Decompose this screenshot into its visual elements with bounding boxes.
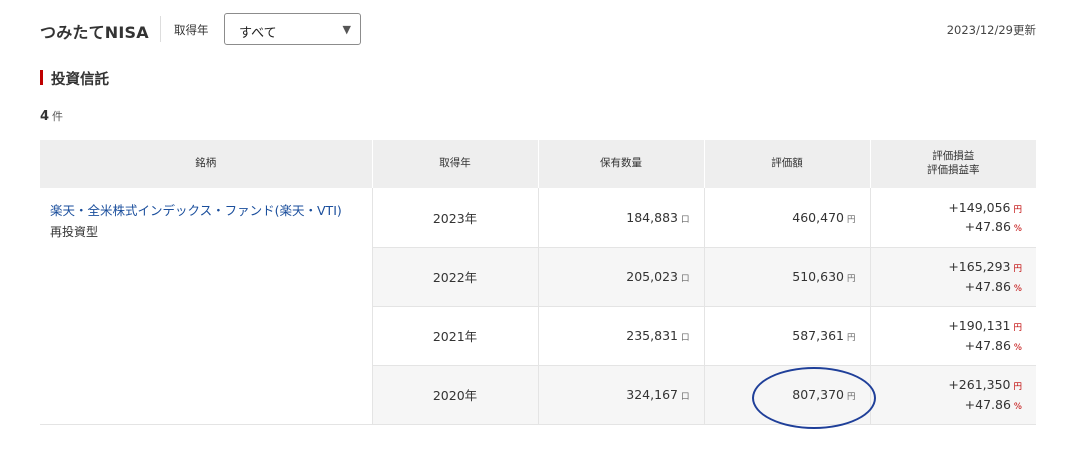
fund-cell: 楽天・全米株式インデックス・ファンド(楽天・VTI) 再投資型 <box>40 188 372 425</box>
gain-rate-header: 評価損益率 <box>927 164 980 176</box>
column-header-year: 取得年 <box>372 140 539 188</box>
yen-unit: 円 <box>846 333 856 343</box>
row-gain: +149,056 円 +47.86% <box>869 188 1036 248</box>
updated-date: 2023/12/29更新 <box>946 23 1036 37</box>
row-year: 2020年 <box>371 365 538 425</box>
row-quantity: 235,831 口 <box>537 306 704 366</box>
fund-name-link[interactable]: 楽天・全米株式インデックス・ファンド(楽天・VTI) <box>50 200 362 219</box>
result-count-number: 4 <box>40 109 50 124</box>
quantity-unit: 口 <box>680 214 690 225</box>
year-filter-label: 取得年 <box>174 23 209 37</box>
year-select[interactable]: すべて ▼ <box>224 13 361 45</box>
row-quantity: 205,023 口 <box>537 247 704 307</box>
row-year: 2023年 <box>371 188 538 248</box>
row-quantity: 184,883 口 <box>537 188 704 248</box>
column-header-gain: 評価損益 評価損益率 <box>870 140 1036 188</box>
gain-header: 評価損益 <box>932 150 975 163</box>
quantity-unit: 口 <box>680 333 690 343</box>
page-header: つみたてNISA 取得年 すべて ▼ 2023/12/29更新 <box>40 12 1036 48</box>
row-quantity: 324,167 口 <box>537 365 704 425</box>
chevron-down-icon: ▼ <box>342 23 351 36</box>
table-row: 楽天・全米株式インデックス・ファンド(楽天・VTI) 再投資型 2023年 18… <box>40 188 1036 425</box>
result-count: 4件 <box>40 108 63 124</box>
yen-unit: 円 <box>846 274 856 284</box>
page-title: つみたてNISA <box>40 23 149 42</box>
row-year: 2021年 <box>371 306 538 366</box>
row-gain: +165,293 円 +47.86% <box>869 247 1036 307</box>
table-header-row: 銘柄 取得年 保有数量 評価額 評価損益 評価損益率 <box>40 140 1036 188</box>
fund-type: 再投資型 <box>50 225 99 239</box>
row-value: 587,361 円 <box>703 306 870 366</box>
column-header-value: 評価額 <box>704 140 871 188</box>
quantity-unit: 口 <box>680 392 690 402</box>
header-divider <box>160 16 161 42</box>
yen-unit: 円 <box>846 392 856 402</box>
result-count-unit: 件 <box>52 110 64 123</box>
year-select-value: すべて <box>239 26 277 41</box>
section-accent-bar <box>40 70 43 85</box>
section-title: 投資信託 <box>51 72 109 88</box>
row-gain: +261,350 円 +47.86% <box>869 365 1036 425</box>
row-gain: +190,131 円 +47.86% <box>869 306 1036 366</box>
column-header-quantity: 保有数量 <box>538 140 705 188</box>
row-value: 807,370 円 <box>703 365 870 425</box>
row-year: 2022年 <box>371 247 538 307</box>
yen-unit: 円 <box>846 214 856 225</box>
quantity-unit: 口 <box>680 274 690 284</box>
row-value: 460,470 円 <box>703 188 870 248</box>
column-header-fund: 銘柄 <box>40 140 373 188</box>
row-value: 510,630 円 <box>703 247 870 307</box>
holdings-table: 銘柄 取得年 保有数量 評価額 評価損益 評価損益率 楽天・全米株式インデックス・… <box>40 140 1036 425</box>
